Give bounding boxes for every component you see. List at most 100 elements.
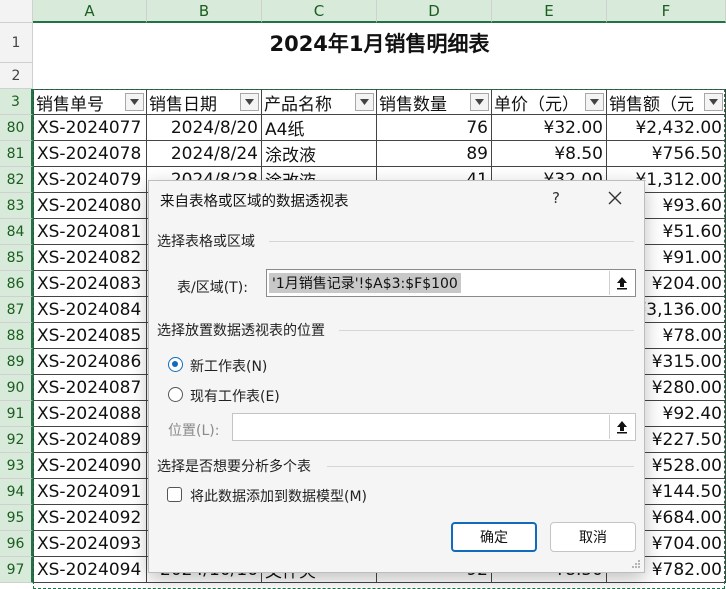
table-header-cell[interactable]: 销售额（元 (607, 89, 726, 115)
table-header-cell[interactable]: 销售单号 (33, 89, 147, 115)
table-cell[interactable]: XS-2024078 (33, 141, 147, 167)
range-input[interactable]: '1月销售记录'!$A$3:$F$100 (266, 269, 636, 297)
chevron-down-icon (709, 99, 718, 105)
row-header[interactable]: 95 (0, 505, 33, 531)
table-cell[interactable]: 2024/8/20 (147, 115, 262, 141)
chevron-down-icon (360, 99, 369, 105)
chevron-down-icon (475, 99, 484, 105)
dialog-title: 来自表格或区域的数据透视表 (160, 194, 349, 210)
table-cell[interactable]: XS-2024080 (33, 193, 147, 219)
help-button[interactable]: ? (547, 187, 565, 209)
table-header-label: 产品名称 (264, 94, 332, 115)
table-cell[interactable]: ¥2,432.00 (607, 115, 726, 141)
row-header[interactable]: 3 (0, 89, 33, 115)
row-header[interactable]: 87 (0, 297, 33, 323)
section-divider (339, 330, 634, 331)
table-cell[interactable]: ¥756.50 (607, 141, 726, 167)
column-header-f[interactable]: F (607, 0, 726, 23)
table-cell[interactable]: ¥8.50 (492, 141, 607, 167)
range-value: '1月销售记录'!$A$3:$F$100 (269, 273, 461, 293)
data-model-checkbox[interactable] (167, 487, 182, 502)
data-model-checkbox-label[interactable]: 将此数据添加到数据模型(M) (190, 486, 367, 506)
resize-grip-icon[interactable] (631, 559, 641, 569)
table-header-cell[interactable]: 产品名称 (262, 89, 377, 115)
range-collapse-button[interactable] (609, 271, 634, 295)
row-header[interactable]: 86 (0, 271, 33, 297)
filter-dropdown-button[interactable] (240, 93, 259, 111)
radio-existing-worksheet[interactable] (168, 387, 183, 402)
table-cell[interactable]: 76 (377, 115, 492, 141)
row-header[interactable]: 84 (0, 219, 33, 245)
table-cell[interactable]: XS-2024084 (33, 297, 147, 323)
row-header[interactable]: 85 (0, 245, 33, 271)
table-header-cell[interactable]: 销售日期 (147, 89, 262, 115)
section-placement: 选择放置数据透视表的位置 (157, 323, 325, 339)
column-header-a[interactable]: A (33, 0, 147, 23)
filter-dropdown-button[interactable] (704, 93, 723, 111)
row-header[interactable]: 91 (0, 401, 33, 427)
filter-dropdown-button[interactable] (125, 93, 144, 111)
filter-dropdown-button[interactable] (585, 93, 604, 111)
location-collapse-button[interactable] (609, 415, 634, 439)
ok-button[interactable]: 确定 (451, 522, 537, 552)
row-header[interactable]: 2 (0, 63, 33, 89)
column-header-d[interactable]: D (377, 0, 492, 23)
filter-dropdown-button[interactable] (470, 93, 489, 111)
table-header-label: 单价（元） (494, 94, 579, 115)
table-header-label: 销售日期 (149, 94, 217, 115)
table-cell[interactable]: 2024/8/24 (147, 141, 262, 167)
close-button[interactable] (603, 185, 627, 211)
row-header[interactable]: 93 (0, 453, 33, 479)
cancel-button[interactable]: 取消 (550, 522, 636, 552)
table-header-label: 销售数量 (379, 94, 447, 115)
table-cell[interactable]: XS-2024092 (33, 505, 147, 531)
table-cell[interactable]: A4纸 (262, 115, 377, 141)
close-icon (608, 191, 622, 205)
table-cell[interactable]: XS-2024087 (33, 375, 147, 401)
table-cell[interactable]: XS-2024079 (33, 167, 147, 193)
row-header[interactable]: 89 (0, 349, 33, 375)
table-cell[interactable]: XS-2024089 (33, 427, 147, 453)
table-cell[interactable]: XS-2024093 (33, 531, 147, 557)
radio-new-worksheet-label[interactable]: 新工作表(N) (190, 356, 267, 376)
row-header[interactable]: 81 (0, 141, 33, 167)
table-cell[interactable]: XS-2024094 (33, 557, 147, 583)
table-cell[interactable]: XS-2024091 (33, 479, 147, 505)
collapse-arrow-icon (617, 277, 627, 290)
table-cell[interactable]: 89 (377, 141, 492, 167)
row-header[interactable]: 90 (0, 375, 33, 401)
column-header-b[interactable]: B (147, 0, 262, 23)
column-header-c[interactable]: C (262, 0, 377, 23)
chevron-down-icon (130, 99, 139, 105)
table-cell[interactable]: XS-2024085 (33, 323, 147, 349)
row-header[interactable]: 92 (0, 427, 33, 453)
row-header[interactable]: 94 (0, 479, 33, 505)
row-header[interactable]: 97 (0, 557, 33, 583)
table-cell[interactable]: XS-2024083 (33, 271, 147, 297)
table-cell[interactable]: XS-2024088 (33, 401, 147, 427)
sheet-title[interactable]: 2024年1月销售明细表 (33, 23, 726, 63)
table-cell[interactable]: XS-2024077 (33, 115, 147, 141)
select-all-corner[interactable] (0, 0, 33, 23)
row-header[interactable]: 80 (0, 115, 33, 141)
radio-existing-worksheet-label[interactable]: 现有工作表(E) (190, 386, 280, 406)
radio-new-worksheet[interactable] (168, 357, 183, 372)
column-header-e[interactable]: E (492, 0, 607, 23)
table-cell[interactable]: XS-2024086 (33, 349, 147, 375)
row-header[interactable]: 88 (0, 323, 33, 349)
table-header-label: 销售额（元 (609, 94, 694, 115)
row-header[interactable]: 83 (0, 193, 33, 219)
table-header-cell[interactable]: 销售数量 (377, 89, 492, 115)
location-input[interactable] (232, 413, 636, 441)
row-header[interactable]: 82 (0, 167, 33, 193)
collapse-arrow-icon (617, 421, 627, 434)
table-cell[interactable]: XS-2024082 (33, 245, 147, 271)
table-cell[interactable]: 涂改液 (262, 141, 377, 167)
table-header-cell[interactable]: 单价（元） (492, 89, 607, 115)
table-cell[interactable]: XS-2024090 (33, 453, 147, 479)
row-header[interactable]: 1 (0, 23, 33, 63)
table-cell[interactable]: XS-2024081 (33, 219, 147, 245)
table-cell[interactable]: ¥32.00 (492, 115, 607, 141)
row-header[interactable]: 96 (0, 531, 33, 557)
filter-dropdown-button[interactable] (355, 93, 374, 111)
